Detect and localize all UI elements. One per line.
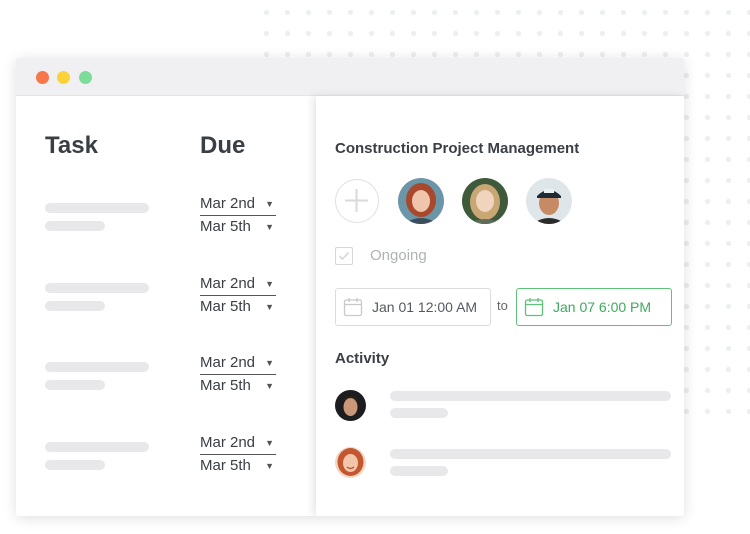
task-subtitle-placeholder bbox=[45, 301, 105, 311]
task-subtitle-placeholder bbox=[45, 460, 105, 470]
dropdown-arrow-icon: ▼ bbox=[265, 461, 274, 471]
plus-icon bbox=[345, 189, 368, 212]
title-bar bbox=[16, 58, 684, 96]
man-dark-hair-avatar-icon bbox=[335, 390, 366, 421]
close-window-button[interactable] bbox=[36, 71, 49, 84]
dropdown-arrow-icon: ▼ bbox=[265, 279, 274, 289]
task-title-placeholder bbox=[45, 362, 149, 372]
woman-red-hair-avatar-icon bbox=[398, 178, 444, 224]
activity-text-placeholder bbox=[390, 449, 671, 459]
activity-meta-placeholder bbox=[390, 466, 448, 476]
man-with-cap-avatar-icon bbox=[526, 178, 572, 224]
task-subtitle-placeholder bbox=[45, 380, 105, 390]
due-dates: Mar 2nd ▼ Mar 5th ▼ bbox=[200, 193, 276, 238]
dropdown-arrow-icon: ▼ bbox=[265, 222, 274, 232]
start-date-field[interactable]: Jan 01 12:00 AM bbox=[335, 288, 491, 326]
minimize-window-button[interactable] bbox=[57, 71, 70, 84]
task-title-placeholder bbox=[45, 283, 149, 293]
activity-avatar[interactable] bbox=[335, 447, 366, 478]
end-date-field[interactable]: Jan 07 6:00 PM bbox=[516, 288, 672, 326]
maximize-window-button[interactable] bbox=[79, 71, 92, 84]
start-date-select[interactable]: Mar 2nd ▼ bbox=[200, 193, 276, 216]
activity-text-placeholder bbox=[390, 391, 671, 401]
task-detail-panel: Construction Project Management Ongoing … bbox=[316, 96, 684, 516]
due-dates: Mar 2nd ▼ Mar 5th ▼ bbox=[200, 273, 276, 318]
dropdown-arrow-icon: ▼ bbox=[265, 381, 274, 391]
calendar-icon bbox=[343, 298, 363, 317]
task-title-placeholder bbox=[45, 442, 149, 452]
woman-red-hair-smiling-avatar-icon bbox=[335, 447, 366, 478]
end-date-select[interactable]: Mar 5th ▼ bbox=[200, 216, 276, 238]
assignee-avatar[interactable] bbox=[462, 178, 508, 224]
ongoing-label: Ongoing bbox=[370, 247, 427, 264]
start-date-select[interactable]: Mar 2nd ▼ bbox=[200, 273, 276, 296]
woman-blonde-hair-avatar-icon bbox=[462, 178, 508, 224]
task-list-panel: Task Due Mar 2nd ▼ Mar 5th ▼ Mar 2nd ▼ M… bbox=[16, 96, 316, 516]
activity-meta-placeholder bbox=[390, 408, 448, 418]
end-date-select[interactable]: Mar 5th ▼ bbox=[200, 375, 276, 397]
dropdown-arrow-icon: ▼ bbox=[265, 438, 274, 448]
checkmark-icon bbox=[338, 251, 350, 261]
task-column-header: Task bbox=[45, 132, 98, 159]
activity-heading: Activity bbox=[335, 350, 390, 367]
start-date-value: Jan 01 12:00 AM bbox=[372, 299, 478, 315]
due-dates: Mar 2nd ▼ Mar 5th ▼ bbox=[200, 432, 276, 477]
assignee-avatar[interactable] bbox=[398, 178, 444, 224]
project-title: Construction Project Management bbox=[335, 140, 580, 157]
dropdown-arrow-icon: ▼ bbox=[265, 358, 274, 368]
task-title-placeholder bbox=[45, 203, 149, 213]
activity-avatar[interactable] bbox=[335, 390, 366, 421]
calendar-icon bbox=[524, 298, 544, 317]
dropdown-arrow-icon: ▼ bbox=[265, 199, 274, 209]
app-window: Task Due Mar 2nd ▼ Mar 5th ▼ Mar 2nd ▼ M… bbox=[16, 58, 684, 516]
task-subtitle-placeholder bbox=[45, 221, 105, 231]
end-date-select[interactable]: Mar 5th ▼ bbox=[200, 455, 276, 477]
due-dates: Mar 2nd ▼ Mar 5th ▼ bbox=[200, 352, 276, 397]
due-column-header: Due bbox=[200, 132, 246, 159]
ongoing-checkbox[interactable] bbox=[335, 247, 353, 265]
end-date-value: Jan 07 6:00 PM bbox=[553, 299, 652, 315]
dropdown-arrow-icon: ▼ bbox=[265, 302, 274, 312]
start-date-select[interactable]: Mar 2nd ▼ bbox=[200, 432, 276, 455]
assignee-avatar[interactable] bbox=[526, 178, 572, 224]
add-assignee-button[interactable] bbox=[335, 179, 379, 223]
start-date-select[interactable]: Mar 2nd ▼ bbox=[200, 352, 276, 375]
end-date-select[interactable]: Mar 5th ▼ bbox=[200, 296, 276, 318]
date-range-separator: to bbox=[497, 298, 508, 313]
